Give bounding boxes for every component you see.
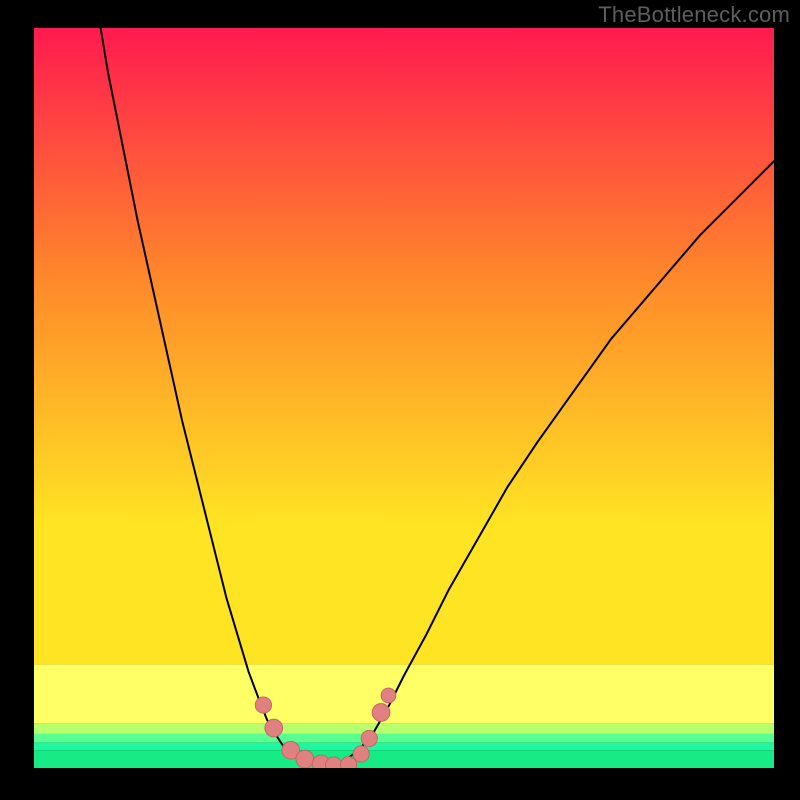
green-bottom [34,750,774,768]
marker-dot [381,688,396,703]
lowband-2 [34,734,774,743]
watermark-text: TheBottleneck.com [598,2,790,28]
marker-dot [372,704,390,722]
gradient-background [34,28,774,664]
lowband-3 [34,743,774,750]
chart-frame: TheBottleneck.com [0,0,800,800]
marker-dot [296,750,314,768]
bottleneck-chart [34,28,774,768]
marker-dot [265,719,283,737]
marker-dot [255,697,271,713]
marker-dot [353,746,369,762]
marker-dot [361,730,377,746]
lowband-1 [34,724,774,734]
band-yellow [34,664,774,723]
